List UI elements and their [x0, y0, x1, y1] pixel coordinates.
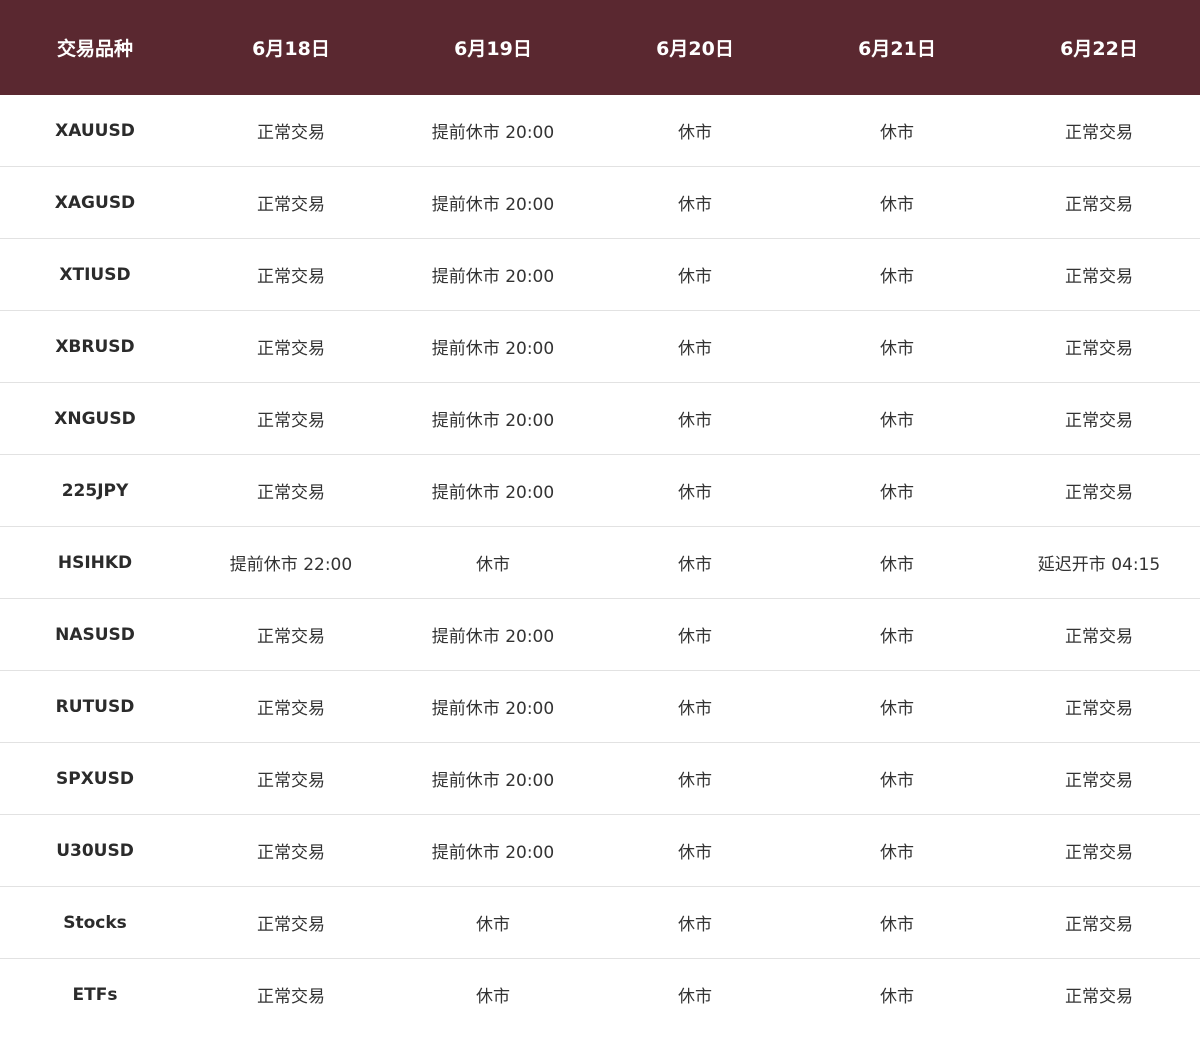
- status-cell: 休市: [476, 987, 510, 1007]
- status-cell: 休市: [796, 166, 998, 239]
- status-cell: 休市: [392, 886, 594, 959]
- symbol-cell: XTIUSD: [0, 238, 190, 311]
- status-cell: 正常交易: [998, 670, 1200, 743]
- status-cell: 休市: [796, 382, 998, 455]
- status-cell: 延迟开市 04:15: [998, 526, 1200, 599]
- status-cell: 休市: [796, 310, 998, 383]
- status-cell: 提前休市 20:00: [392, 454, 594, 527]
- status-cell: 休市: [796, 886, 998, 959]
- status-cell: 提前休市 20:00: [392, 742, 594, 815]
- table-row: XNGUSD 正常交易 提前休市 20:00 休市 休市 正常交易: [0, 382, 1200, 455]
- status-cell: 提前休市 20:00: [392, 238, 594, 311]
- table-row: XTIUSD 正常交易 提前休市 20:00 休市 休市 正常交易: [0, 238, 1200, 311]
- status-cell: 正常交易: [190, 310, 392, 383]
- table-row: RUTUSD 正常交易 提前休市 20:00 休市 休市 正常交易: [0, 670, 1200, 743]
- symbol-cell: XAUUSD: [0, 95, 190, 167]
- table-row: XBRUSD 正常交易 提前休市 20:00 休市 休市 正常交易: [0, 310, 1200, 383]
- symbol-cell: SPXUSD: [0, 742, 190, 815]
- status-cell: 正常交易: [190, 166, 392, 239]
- status-cell: 休市: [796, 670, 998, 743]
- status-cell: 休市: [594, 166, 796, 239]
- table-row: 225JPY 正常交易 提前休市 20:00 休市 休市 正常交易: [0, 454, 1200, 527]
- header-date-2: 6月19日: [392, 0, 594, 95]
- status-cell: 正常交易: [190, 454, 392, 527]
- table-row: Stocks 正常交易 休市 休市 休市 正常交易: [0, 886, 1200, 959]
- status-cell: 休市: [796, 598, 998, 671]
- status-cell: 提前休市 20:00: [392, 166, 594, 239]
- table-row: XAUUSD 正常交易 提前休市 20:00 休市 休市 正常交易: [0, 95, 1200, 167]
- symbol-cell: 225JPY: [0, 454, 190, 527]
- status-cell: 正常交易: [998, 454, 1200, 527]
- table-row: NASUSD 正常交易 提前休市 20:00 休市 休市 正常交易: [0, 598, 1200, 671]
- status-cell: 正常交易: [998, 310, 1200, 383]
- status-cell: 正常交易: [190, 742, 392, 815]
- status-cell: 休市: [594, 814, 796, 887]
- status-cell: 提前休市 20:00: [392, 95, 594, 167]
- status-cell: 正常交易: [190, 382, 392, 455]
- status-cell: 正常交易: [190, 670, 392, 743]
- status-cell: 提前休市 20:00: [392, 382, 594, 455]
- status-cell: 提前休市 20:00: [392, 310, 594, 383]
- status-cell: 正常交易: [190, 238, 392, 311]
- status-cell: 正常交易: [998, 382, 1200, 455]
- status-cell: 休市: [880, 987, 914, 1007]
- table-header-row: 交易品种 6月18日 6月19日 6月20日 6月21日 6月22日: [0, 0, 1200, 95]
- table-row: HSIHKD 提前休市 22:00 休市 休市 休市 延迟开市 04:15: [0, 526, 1200, 599]
- status-cell: 休市: [392, 526, 594, 599]
- status-cell: 休市: [796, 742, 998, 815]
- table-row: U30USD 正常交易 提前休市 20:00 休市 休市 正常交易: [0, 814, 1200, 887]
- status-cell: 休市: [796, 454, 998, 527]
- status-cell: 休市: [594, 742, 796, 815]
- table-row: SPXUSD 正常交易 提前休市 20:00 休市 休市 正常交易: [0, 742, 1200, 815]
- status-cell: 正常交易: [998, 238, 1200, 311]
- header-date-4: 6月21日: [796, 0, 998, 95]
- status-cell: 正常交易: [257, 987, 325, 1007]
- status-cell: 休市: [796, 814, 998, 887]
- symbol-cell: XAGUSD: [0, 166, 190, 239]
- status-cell: 正常交易: [190, 886, 392, 959]
- status-cell: 正常交易: [190, 598, 392, 671]
- status-cell: 休市: [594, 95, 796, 167]
- status-cell: 休市: [594, 886, 796, 959]
- header-symbol: 交易品种: [0, 0, 190, 95]
- status-cell: 正常交易: [998, 886, 1200, 959]
- status-cell: 休市: [796, 95, 998, 167]
- status-cell: 提前休市 22:00: [190, 526, 392, 599]
- status-cell: 正常交易: [998, 814, 1200, 887]
- symbol-cell: ETFs: [72, 984, 118, 1005]
- status-cell: 正常交易: [1065, 987, 1133, 1007]
- status-cell: 休市: [594, 526, 796, 599]
- header-date-3: 6月20日: [594, 0, 796, 95]
- status-cell: 提前休市 20:00: [392, 598, 594, 671]
- header-date-1: 6月18日: [190, 0, 392, 95]
- status-cell: 休市: [594, 238, 796, 311]
- table-row: XAGUSD 正常交易 提前休市 20:00 休市 休市 正常交易: [0, 166, 1200, 239]
- status-cell: 休市: [594, 310, 796, 383]
- status-cell: 提前休市 20:00: [392, 670, 594, 743]
- symbol-cell: RUTUSD: [0, 670, 190, 743]
- status-cell: 正常交易: [998, 742, 1200, 815]
- status-cell: 休市: [594, 670, 796, 743]
- status-cell: 休市: [594, 598, 796, 671]
- status-cell: 正常交易: [998, 598, 1200, 671]
- status-cell: 休市: [594, 382, 796, 455]
- status-cell: 正常交易: [998, 166, 1200, 239]
- header-date-5: 6月22日: [998, 0, 1200, 95]
- symbol-cell: XBRUSD: [0, 310, 190, 383]
- status-cell: 正常交易: [998, 95, 1200, 167]
- symbol-cell: U30USD: [0, 814, 190, 887]
- status-cell: 提前休市 20:00: [392, 814, 594, 887]
- symbol-cell: NASUSD: [0, 598, 190, 671]
- status-cell: 休市: [678, 987, 712, 1007]
- status-cell: 正常交易: [190, 814, 392, 887]
- symbol-cell: XNGUSD: [0, 382, 190, 455]
- status-cell: 休市: [594, 454, 796, 527]
- trading-schedule-table: 交易品种 6月18日 6月19日 6月20日 6月21日 6月22日 XAUUS…: [0, 0, 1200, 1030]
- status-cell: 休市: [796, 526, 998, 599]
- symbol-cell: Stocks: [0, 886, 190, 959]
- status-cell: 休市: [796, 238, 998, 311]
- status-cell: 正常交易: [190, 95, 392, 167]
- symbol-cell: HSIHKD: [0, 526, 190, 599]
- table-row: ETFs 正常交易 休市 休市 休市 正常交易: [0, 959, 1200, 1031]
